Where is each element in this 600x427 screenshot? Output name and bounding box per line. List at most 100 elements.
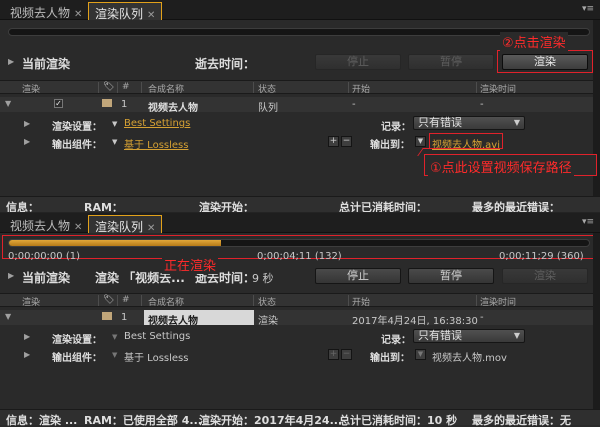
status-footer: 信息： RAM： 渲染开始： 总计已消耗时间： 最多的最近错误： (0, 196, 600, 212)
tab-render-queue[interactable]: 渲染队列 ✕ (88, 215, 163, 234)
close-icon[interactable]: ✕ (74, 222, 82, 233)
add-output-icon[interactable]: + (328, 136, 339, 147)
tab-bar: 视频去人物 ✕ 渲染队列 ✕ ▾≡ (0, 213, 600, 234)
panel-menu-icon[interactable]: ▾≡ (580, 217, 594, 229)
output-to-label: 输出到： (370, 353, 410, 364)
item-render-time: - (480, 312, 484, 323)
tab-render-queue[interactable]: 渲染队列 ✕ (88, 2, 163, 21)
log-dropdown[interactable]: 只有错误 ▼ (413, 116, 525, 130)
current-render-label: 当前渲染 (22, 57, 71, 71)
progress-time-current: 0;00;04;11 (132) (257, 251, 342, 262)
footer-render-start: 渲染开始：2017年4月24... (199, 414, 343, 427)
dropdown-arrow-icon: ▼ (513, 331, 520, 340)
item-start: - (352, 99, 356, 110)
pause-button[interactable]: 暂停 (408, 268, 494, 284)
stop-button[interactable]: 停止 (315, 54, 401, 70)
output-module-link[interactable]: 基于 Lossless (124, 136, 188, 151)
render-button-highlight (497, 50, 593, 73)
panel-menu-icon[interactable]: ▾≡ (580, 4, 594, 16)
progress-time-end: 0;00;11;29 (360) (499, 251, 584, 262)
expand-triangle-icon[interactable]: ▶ (24, 119, 30, 128)
label-color-swatch[interactable] (102, 312, 112, 323)
column-status[interactable]: 状态 (258, 82, 276, 95)
item-comp-name: 视频去人物 (144, 310, 254, 327)
panel-scrollbar[interactable] (593, 233, 600, 409)
expand-triangle-icon[interactable]: ▶ (8, 271, 14, 280)
close-icon[interactable]: ✕ (74, 9, 82, 20)
tab-composition[interactable]: 视频去人物 ✕ (4, 2, 88, 20)
item-start: 2017年4月24日, 16:38:30 (352, 316, 478, 327)
column-status[interactable]: 状态 (258, 295, 276, 308)
output-to-dropdown-icon[interactable]: ▼ (415, 136, 426, 147)
render-settings-link[interactable]: Best Settings (124, 118, 190, 129)
footer-ram: RAM：已使用全部 4... (84, 414, 202, 427)
output-path-highlight (429, 133, 503, 149)
column-render-time[interactable]: 渲染时间 (480, 295, 516, 308)
footer-recent-error: 最多的最近错误： (472, 201, 560, 212)
item-status: 队列 (258, 103, 278, 114)
dropdown-arrow-icon[interactable]: ▼ (112, 333, 117, 341)
render-button[interactable]: 渲染 (502, 268, 588, 284)
column-index[interactable]: # (122, 295, 130, 305)
remove-output-icon[interactable]: − (341, 349, 352, 360)
expand-triangle-icon[interactable]: ▶ (24, 350, 30, 359)
render-checkbox[interactable]: ✓ (54, 98, 63, 109)
log-dropdown[interactable]: 只有错误 ▼ (413, 329, 525, 343)
queue-item-row[interactable]: ▼ 1 视频去人物 渲染 2017年4月24日, 16:38:30 - (0, 310, 600, 327)
annotation-set-path: ①点此设置视频保存路径 (428, 157, 574, 176)
item-index: 1 (121, 312, 128, 323)
column-render[interactable]: 渲染 (22, 82, 40, 95)
collapse-triangle-icon[interactable]: ▼ (5, 312, 11, 321)
expand-triangle-icon[interactable]: ▶ (24, 137, 30, 146)
item-index: 1 (121, 99, 128, 110)
remove-output-icon[interactable]: − (341, 136, 352, 147)
column-index[interactable]: # (122, 82, 130, 92)
render-settings-row: ▶ 渲染设置： ▼ Best Settings 记录： 只有错误 ▼ (0, 116, 600, 133)
column-comp-name[interactable]: 合成名称 (148, 82, 184, 95)
column-render[interactable]: 渲染 (22, 295, 40, 308)
render-progress-fill (9, 240, 221, 246)
output-module-row: ▶ 输出组件： ▼ 基于 Lossless + − 输出到： ▼ 视频去人物.a… (0, 134, 600, 151)
log-label: 记录： (381, 122, 411, 133)
label-color-swatch[interactable] (102, 99, 112, 110)
output-module-value: 基于 Lossless (124, 353, 189, 364)
annotation-click-render: ②点击渲染 (500, 32, 568, 51)
pause-button[interactable]: 暂停 (408, 54, 494, 70)
stop-button[interactable]: 停止 (315, 268, 401, 284)
output-module-label: 输出组件： (52, 140, 102, 151)
footer-info: 信息： (6, 201, 39, 212)
close-icon[interactable]: ✕ (147, 10, 155, 21)
column-start[interactable]: 开始 (352, 295, 370, 308)
expand-triangle-icon[interactable]: ▶ (24, 332, 30, 341)
expand-triangle-icon[interactable]: ▶ (8, 57, 14, 66)
item-comp-name: 视频去人物 (148, 103, 198, 114)
column-start[interactable]: 开始 (352, 82, 370, 95)
current-render-label: 当前渲染 (22, 271, 71, 285)
output-module-label: 输出组件： (52, 353, 102, 364)
queue-item-row[interactable]: ▼ ✓ 1 视频去人物 队列 - - (0, 97, 600, 114)
column-render-time[interactable]: 渲染时间 (480, 82, 516, 95)
footer-total-time: 总计已消耗时间： (339, 201, 427, 212)
render-queue-panel-rendering: 视频去人物 ✕ 渲染队列 ✕ ▾≡ 0;00;00;00 (1) 0;00;04;1… (0, 213, 600, 427)
footer-render-start: 渲染开始： (199, 201, 254, 212)
dropdown-arrow-icon[interactable]: ▼ (112, 351, 117, 359)
item-status: 渲染 (258, 316, 278, 327)
annotation-rendering: 正在渲染 (162, 255, 219, 274)
tab-composition[interactable]: 视频去人物 ✕ (4, 215, 88, 233)
output-to-dropdown-icon[interactable]: ▼ (415, 349, 426, 360)
tag-icon[interactable]: 🏷 (103, 295, 114, 305)
log-label: 记录： (381, 335, 411, 346)
column-comp-name[interactable]: 合成名称 (148, 295, 184, 308)
elapsed-time-label: 逝去时间： (195, 57, 256, 71)
footer-info: 信息：渲染 ... (6, 414, 78, 427)
dropdown-arrow-icon[interactable]: ▼ (112, 120, 117, 128)
item-render-time: - (480, 99, 484, 110)
dropdown-arrow-icon[interactable]: ▼ (112, 138, 117, 146)
status-footer: 信息：渲染 ... RAM：已使用全部 4... 渲染开始：2017年4月24.… (0, 409, 600, 427)
tag-icon[interactable]: 🏷 (103, 82, 114, 92)
render-settings-row: ▶ 渲染设置： ▼ Best Settings 记录： 只有错误 ▼ (0, 329, 600, 346)
add-output-icon[interactable]: + (328, 349, 339, 360)
close-icon[interactable]: ✕ (147, 223, 155, 234)
collapse-triangle-icon[interactable]: ▼ (5, 99, 11, 108)
queue-column-header: 渲染 🏷 # 合成名称 状态 开始 渲染时间 (0, 80, 600, 95)
